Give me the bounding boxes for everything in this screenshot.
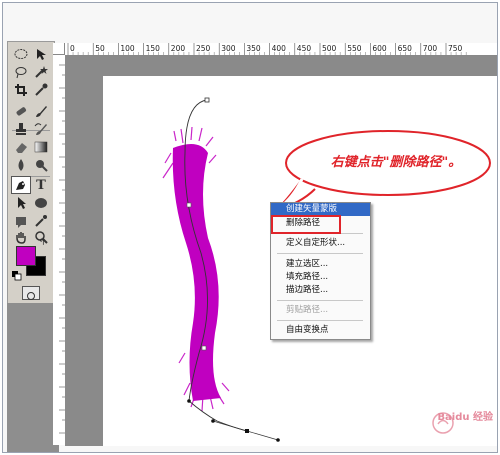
menu-item-free-transform-points[interactable]: 自由变换点: [271, 324, 370, 337]
callout-balloon: [274, 130, 491, 212]
menu-item-clipping-path: 剪贴路径...: [286, 305, 329, 315]
annotation-highlight-box: [271, 215, 341, 234]
magenta-brush-stroke: [162, 126, 230, 412]
annotation-text: 右键点击"删除路径"。: [330, 155, 462, 170]
menu-item-define-custom-shape[interactable]: 定义自定形状...: [271, 237, 370, 250]
photoshop-window: T ↰ 0 50 100 150 200 250 300 350 400 450…: [2, 2, 498, 453]
menu-item-fill-path[interactable]: 填充路径...: [271, 271, 370, 284]
menu-separator: [277, 320, 363, 321]
menu-item-stroke-path[interactable]: 描边路径...: [271, 284, 370, 297]
menu-separator: [277, 253, 363, 254]
artwork-overlay: [162, 97, 491, 442]
menu-separator: [277, 300, 363, 301]
watermark-text: Baidu 经验: [437, 412, 493, 423]
menu-item-make-selection[interactable]: 建立选区...: [271, 258, 370, 271]
